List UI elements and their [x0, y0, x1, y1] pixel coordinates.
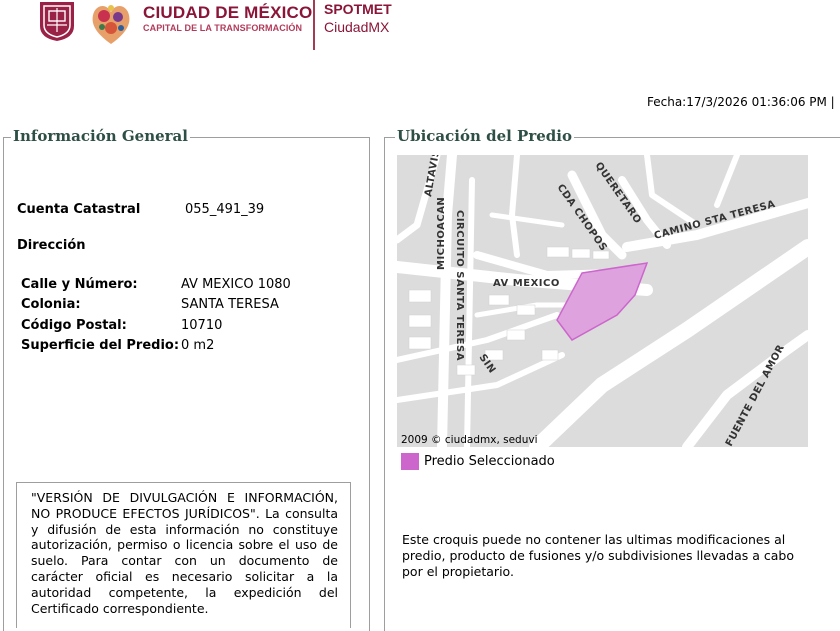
heart-logo — [92, 5, 130, 44]
location-map[interactable]: ALTAVISTA QUERETARO CDA CHOPOS CAMINO ST… — [397, 155, 808, 447]
cdmx-seal-logo — [40, 2, 74, 41]
colonia-label: Colonia: — [21, 297, 81, 312]
info-general-title: Información General — [11, 127, 190, 145]
header-divider — [313, 0, 315, 50]
colonia-value: SANTA TERESA — [181, 297, 279, 312]
cuenta-catastral-label: Cuenta Catastral — [17, 202, 141, 217]
map-label-av-mexico: AV MEXICO — [493, 278, 560, 289]
ubicacion-title: Ubicación del Predio — [395, 127, 574, 145]
app-subname: CiudadMX — [324, 19, 390, 35]
disclaimer-box: "VERSIÓN DE DIVULGACIÓN E INFORMACIÓN, N… — [16, 482, 351, 628]
brand-subtitle: CAPITAL DE LA TRANSFORMACIÓN — [143, 23, 303, 33]
disclaimer-text: "VERSIÓN DE DIVULGACIÓN E INFORMACIÓN, N… — [31, 490, 338, 616]
croquis-note: Este croquis puede no contener las ultim… — [402, 532, 794, 579]
predio-legend-label: Predio Seleccionado — [424, 454, 555, 469]
codigo-postal-value: 10710 — [181, 318, 223, 333]
app-name: SPOTMET — [324, 1, 392, 17]
direccion-label: Dirección — [17, 238, 86, 253]
map-drawing: ALTAVISTA QUERETARO CDA CHOPOS CAMINO ST… — [397, 155, 808, 447]
brand-title: CIUDAD DE MÉXICO — [143, 3, 313, 22]
map-label-circuito: CIRCUITO SANTA TERESA — [454, 210, 465, 361]
superficie-value: 0 m2 — [181, 338, 215, 353]
date-timestamp: Fecha:17/3/2026 01:36:06 PM | — [647, 95, 835, 109]
calle-value: AV MEXICO 1080 — [181, 277, 291, 292]
map-label-michoacan: MICHOACAN — [436, 197, 447, 270]
map-credit: 2009 © ciudadmx, seduvi — [401, 434, 538, 446]
superficie-label: Superficie del Predio: — [21, 338, 180, 353]
codigo-postal-label: Código Postal: — [21, 318, 127, 333]
cuenta-catastral-value: 055_491_39 — [185, 202, 265, 217]
predio-legend-swatch — [401, 453, 419, 470]
calle-label: Calle y Número: — [21, 277, 138, 292]
